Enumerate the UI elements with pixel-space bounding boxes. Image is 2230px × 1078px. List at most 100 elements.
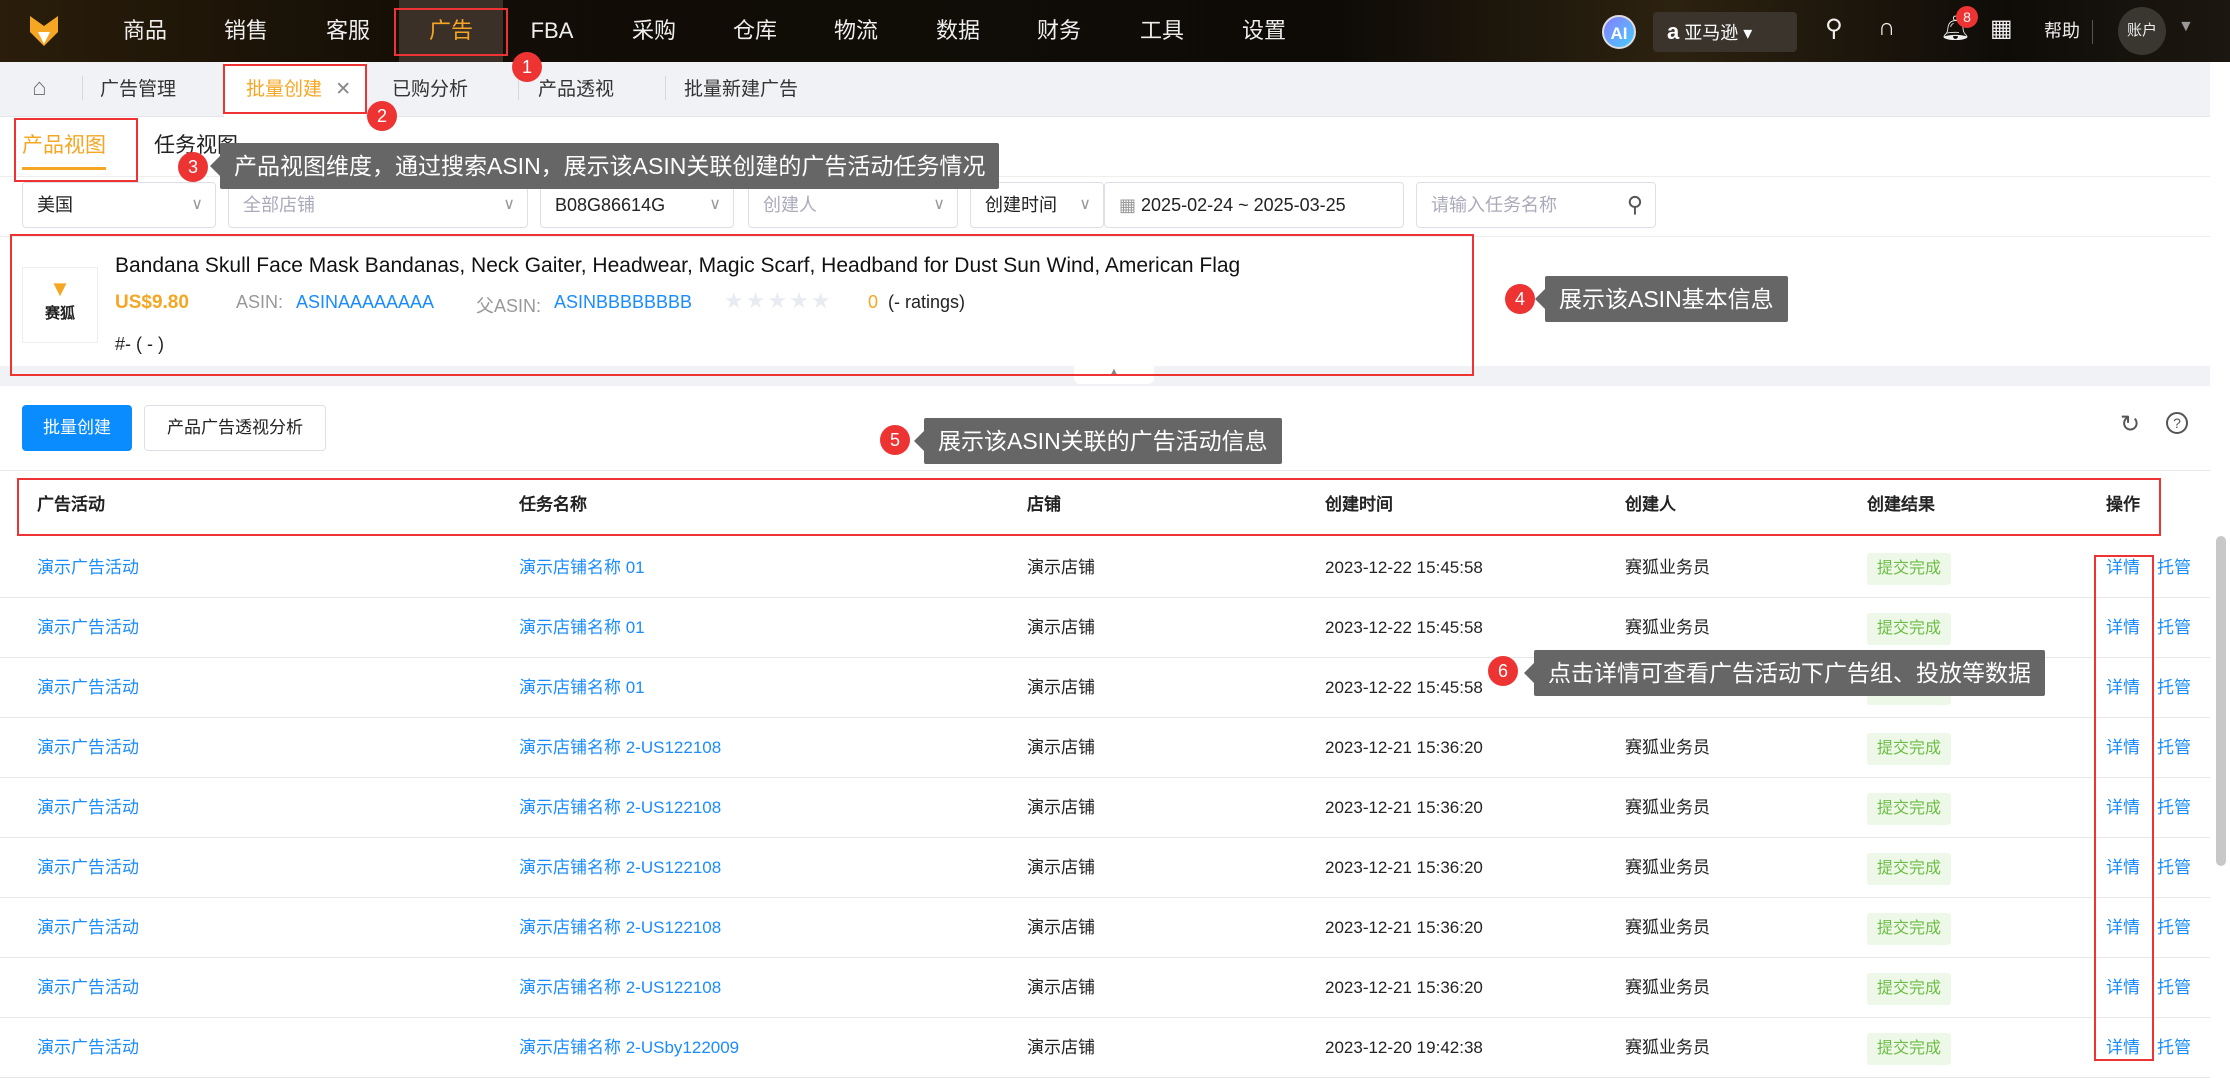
task-name-search-input[interactable]: 请输入任务名称 ⚲ [1416,182,1656,228]
task-link[interactable]: 演示店铺名称 01 [519,658,645,718]
search-icon[interactable]: ⚲ [1627,183,1643,227]
campaign-link[interactable]: 演示广告活动 [37,778,139,838]
campaign-link[interactable]: 演示广告活动 [37,958,139,1018]
ai-button[interactable]: AI [1602,15,1636,49]
task-link[interactable]: 演示店铺名称 01 [519,538,645,598]
tab-ad-management[interactable]: 广告管理 [100,62,176,117]
tab-product-insight[interactable]: 产品透视 [538,62,614,117]
notification-badge: 8 [1956,6,1978,28]
host-link[interactable]: 托管 [2157,538,2191,598]
store-cell: 演示店铺 [1027,858,1095,877]
account-avatar[interactable]: 账户 [2118,7,2166,55]
time-cell: 2023-12-22 15:45:58 [1325,558,1483,577]
batch-create-button[interactable]: 批量创建 [22,405,132,451]
status-badge: 提交完成 [1867,733,1952,765]
creator-cell: 赛狐业务员 [1625,858,1710,877]
nav-item[interactable]: 工具 [1140,0,1184,62]
home-icon[interactable]: ⌂ [32,74,47,102]
host-link[interactable]: 托管 [2157,658,2191,718]
task-link[interactable]: 演示店铺名称 2-US122108 [519,898,721,958]
nav-item[interactable]: 销售 [224,0,268,62]
nav-item[interactable]: 仓库 [733,0,777,62]
host-link[interactable]: 托管 [2157,598,2191,658]
marketplace-selector[interactable]: a 亚马逊 ▾ [1653,12,1797,52]
annotation-number: 1 [512,52,542,82]
scrollbar-thumb[interactable] [2216,536,2226,866]
date-range-value: 2025-02-24 ~ 2025-03-25 [1141,195,1346,215]
time-cell: 2023-12-21 15:36:20 [1325,978,1483,997]
store-cell: 演示店铺 [1027,918,1095,937]
divider [0,470,2210,471]
tab-purchased-analysis[interactable]: 已购分析 [392,62,468,117]
time-cell: 2023-12-21 15:36:20 [1325,918,1483,937]
status-badge: 提交完成 [1867,793,1952,825]
campaign-link[interactable]: 演示广告活动 [37,598,139,658]
saihu-logo-icon[interactable] [28,14,60,48]
host-link[interactable]: 托管 [2157,1018,2191,1078]
help-circle-icon[interactable]: ? [2166,412,2188,434]
store-cell: 演示店铺 [1027,1038,1095,1057]
nav-item[interactable]: 采购 [632,0,676,62]
country-value: 美国 [37,195,73,215]
help-link[interactable]: 帮助 [2044,0,2080,62]
store-cell: 演示店铺 [1027,798,1095,817]
status-badge: 提交完成 [1867,973,1952,1005]
host-link[interactable]: 托管 [2157,898,2191,958]
nav-item[interactable]: 客服 [326,0,370,62]
chevron-down-icon: ∨ [503,196,515,213]
host-link[interactable]: 托管 [2157,778,2191,838]
store-placeholder: 全部店铺 [243,195,315,215]
date-range-picker[interactable]: ▦ 2025-02-24 ~ 2025-03-25 [1104,182,1404,228]
apps-grid-icon[interactable]: ▦ [1990,14,2013,43]
result-cell: 提交完成 [1867,778,1952,838]
store-cell: 演示店铺 [1027,678,1095,697]
campaign-link[interactable]: 演示广告活动 [37,1018,139,1078]
campaign-link[interactable]: 演示广告活动 [37,718,139,778]
campaign-link[interactable]: 演示广告活动 [37,898,139,958]
result-cell: 提交完成 [1867,538,1952,598]
chevron-down-icon: ∨ [933,196,945,213]
result-cell: 提交完成 [1867,718,1952,778]
country-select[interactable]: 美国 ∨ [22,182,216,228]
nav-item[interactable]: FBA [531,0,574,62]
result-cell: 提交完成 [1867,838,1952,898]
campaign-link[interactable]: 演示广告活动 [37,838,139,898]
result-cell: 提交完成 [1867,958,1952,1018]
campaign-link[interactable]: 演示广告活动 [37,658,139,718]
creator-cell: 赛狐业务员 [1625,918,1710,937]
product-ad-analysis-button[interactable]: 产品广告透视分析 [144,405,326,451]
host-link[interactable]: 托管 [2157,718,2191,778]
status-badge: 提交完成 [1867,1033,1952,1065]
headset-icon[interactable]: ∩ [1878,14,1895,42]
nav-item[interactable]: 数据 [936,0,980,62]
status-badge: 提交完成 [1867,853,1952,885]
campaign-link[interactable]: 演示广告活动 [37,538,139,598]
account-dropdown-icon[interactable]: ▼ [2178,18,2194,36]
host-link[interactable]: 托管 [2157,958,2191,1018]
annotation-box-ad-nav [394,8,508,56]
amazon-icon: a [1667,19,1680,44]
time-cell: 2023-12-22 15:45:58 [1325,678,1483,697]
status-badge: 提交完成 [1867,553,1952,585]
result-cell: 提交完成 [1867,1018,1952,1078]
nav-item[interactable]: 设置 [1242,0,1286,62]
annotation-tooltip: 点击详情可查看广告活动下广告组、投放等数据 [1524,650,2045,696]
task-link[interactable]: 演示店铺名称 2-US122108 [519,838,721,898]
annotation-number: 4 [1505,284,1535,314]
refresh-icon[interactable]: ↻ [2120,410,2140,439]
task-link[interactable]: 演示店铺名称 2-US122108 [519,718,721,778]
creator-cell: 赛狐业务员 [1625,978,1710,997]
nav-item[interactable]: 物流 [834,0,878,62]
nav-item[interactable]: 财务 [1037,0,1081,62]
chevron-down-icon: ∨ [191,196,203,213]
task-link[interactable]: 演示店铺名称 01 [519,598,645,658]
host-link[interactable]: 托管 [2157,838,2191,898]
annotation-box-batch-tab [223,64,367,114]
search-icon[interactable]: ⚲ [1825,14,1843,43]
tab-batch-new-ad[interactable]: 批量新建广告 [684,62,798,117]
task-link[interactable]: 演示店铺名称 2-US122108 [519,778,721,838]
task-link[interactable]: 演示店铺名称 2-USby122009 [519,1018,739,1078]
task-link[interactable]: 演示店铺名称 2-US122108 [519,958,721,1018]
nav-item[interactable]: 商品 [123,0,167,62]
status-badge: 提交完成 [1867,613,1952,645]
